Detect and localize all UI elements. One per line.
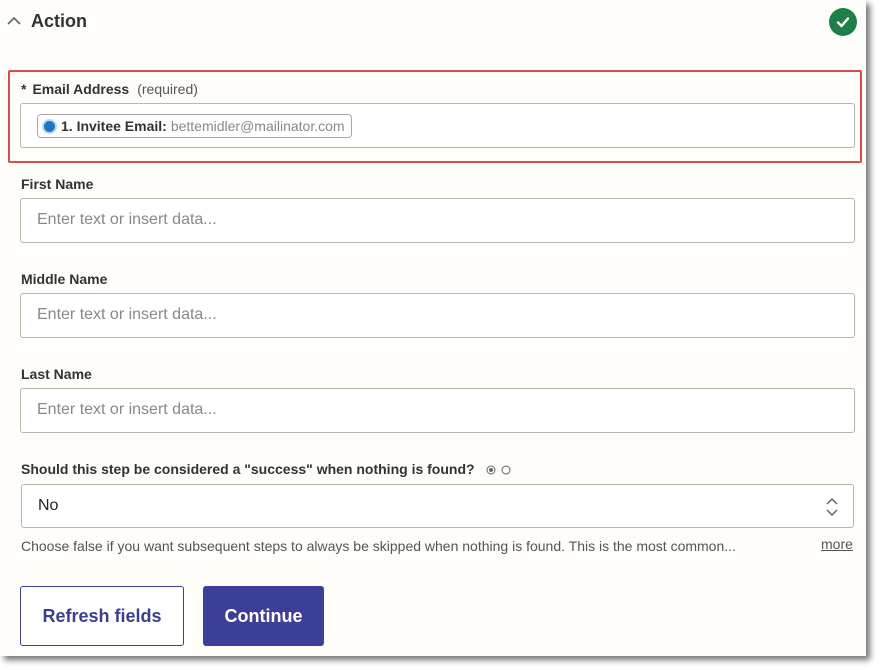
continue-button[interactable]: Continue [203,586,324,646]
section-header[interactable]: Action [0,0,866,44]
chevron-up-icon[interactable] [6,13,22,29]
refresh-fields-button[interactable]: Refresh fields [20,586,184,646]
last-name-label: Last Name [21,366,92,382]
middle-name-field[interactable]: Enter text or insert data... [20,293,855,338]
middle-name-placeholder: Enter text or insert data... [37,306,217,323]
required-text: (required) [137,81,198,97]
pill-key: 1. Invitee Email: [61,118,167,134]
invitee-email-pill[interactable]: 1. Invitee Email: bettemidler@mailinator… [37,114,352,138]
middle-name-label: Middle Name [21,271,108,287]
last-name-field[interactable]: Enter text or insert data... [20,388,855,433]
first-name-label: First Name [21,176,94,192]
section-title: Action [31,11,87,31]
more-link[interactable]: more [821,536,853,552]
pill-value: bettemidler@mailinator.com [170,118,345,134]
first-name-placeholder: Enter text or insert data... [37,211,217,228]
required-star: * [21,81,27,97]
success-select[interactable]: No [21,484,854,528]
check-icon [829,8,857,36]
select-arrows-icon [826,497,838,517]
first-name-field[interactable]: Enter text or insert data... [20,198,855,243]
email-label: * Email Address (required) [21,81,198,97]
email-field[interactable]: 1. Invitee Email: bettemidler@mailinator… [20,103,855,148]
app-icon [42,118,57,134]
radio-toggle-icon[interactable] [486,464,512,476]
action-panel: Action * Email Address (required) 1. Invit… [0,0,866,656]
last-name-placeholder: Enter text or insert data... [37,401,217,418]
success-help-text: Choose false if you want subsequent step… [21,538,736,554]
success-label-text: Should this step be considered a "succes… [21,461,475,477]
email-label-text: Email Address [32,81,130,97]
success-label: Should this step be considered a "succes… [21,461,512,477]
success-select-value: No [38,497,59,514]
